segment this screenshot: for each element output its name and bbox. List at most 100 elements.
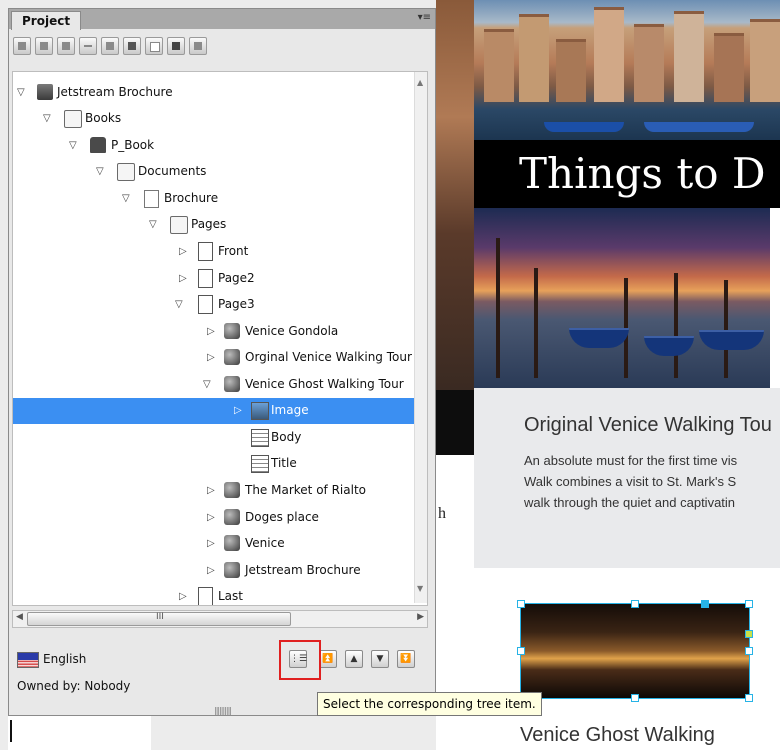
scroll-up-icon[interactable]: ▲ — [417, 78, 423, 87]
move-up-button[interactable]: ▲ — [345, 650, 363, 668]
checklist-icon[interactable] — [57, 37, 75, 55]
scroll-left-icon[interactable]: ◀ — [16, 612, 23, 622]
image-panel-icon[interactable] — [167, 37, 185, 55]
component-icon — [224, 376, 240, 392]
resize-handle[interactable] — [631, 600, 639, 608]
owner-label: Owned by: Nobody — [17, 679, 131, 693]
second-heading: Venice Ghost Walking — [520, 724, 715, 746]
collapsed-arrow-icon[interactable]: ▷ — [179, 591, 187, 602]
tree-item[interactable]: ▽ Jetstream Brochure — [13, 80, 415, 106]
collapsed-arrow-icon[interactable]: ▷ — [207, 538, 215, 549]
tree-item[interactable]: ▽ Venice Ghost Walking Tour — [13, 372, 415, 398]
frame-link-handle[interactable] — [745, 630, 753, 638]
tree-item[interactable]: ▷ Orginal Venice Walking Tour — [13, 345, 415, 371]
resize-handle[interactable] — [745, 694, 753, 702]
selected-image-frame[interactable] — [517, 600, 753, 702]
save-icon[interactable] — [35, 37, 53, 55]
collapsed-arrow-icon[interactable]: ▷ — [207, 326, 215, 337]
mooring-pole — [724, 280, 728, 378]
expanded-arrow-icon[interactable]: ▽ — [203, 379, 211, 390]
delete-icon[interactable] — [123, 37, 141, 55]
move-to-top-button[interactable]: ⏫ — [319, 650, 337, 668]
move-to-bottom-button[interactable]: ⏬ — [397, 650, 415, 668]
previous-page-text-fragment: h — [438, 505, 446, 522]
tree-item[interactable]: ▷ Venice Gondola — [13, 319, 415, 345]
tree-item[interactable]: ▽ Brochure — [13, 186, 415, 212]
resize-handle[interactable] — [745, 600, 753, 608]
tree-item[interactable]: Body — [13, 425, 415, 451]
project-tree[interactable]: ▽ Jetstream Brochure ▽ Books ▽ P_Book ▽ … — [12, 71, 428, 606]
file-icon[interactable] — [13, 37, 31, 55]
tree-item[interactable]: ▷ The Market of Rialto — [13, 478, 415, 504]
building-shape — [674, 11, 704, 102]
move-down-button[interactable]: ▼ — [371, 650, 389, 668]
panel-tab-bar: Project ▾≡ — [9, 9, 435, 30]
tree-item[interactable]: ▽ Books — [13, 106, 415, 132]
tree-item-label: Body — [271, 430, 302, 444]
tree-item[interactable]: ▷ Page2 — [13, 266, 415, 292]
gondolas-sunset-photo[interactable] — [474, 208, 770, 388]
tree-item-label: Venice Gondola — [245, 324, 339, 338]
expanded-arrow-icon[interactable]: ▽ — [43, 113, 51, 124]
page-icon — [198, 587, 213, 605]
resize-handle[interactable] — [517, 647, 525, 655]
expanded-arrow-icon[interactable]: ▽ — [69, 140, 77, 151]
document-canvas[interactable]: h Things to D Original Venice Walking To… — [436, 0, 780, 750]
tree-item[interactable]: Title — [13, 451, 415, 477]
blank-page-icon[interactable] — [145, 37, 163, 55]
tree-item-label: Orginal Venice Walking Tour — [245, 350, 412, 364]
collapsed-arrow-icon[interactable]: ▷ — [179, 246, 187, 257]
tree-item[interactable]: ▷ Venice — [13, 531, 415, 557]
tree-item[interactable]: ▽ P_Book — [13, 133, 415, 159]
expanded-arrow-icon[interactable]: ▽ — [149, 219, 157, 230]
tree-item-label: Image — [271, 403, 309, 417]
mooring-pole — [534, 268, 538, 378]
copy-icon[interactable] — [101, 37, 119, 55]
scroll-down-icon[interactable]: ▼ — [417, 584, 423, 593]
tree-item[interactable]: ▽ Pages — [13, 212, 415, 238]
expanded-arrow-icon[interactable]: ▽ — [175, 299, 183, 310]
tree-item[interactable]: ▷ Last — [13, 584, 415, 605]
vertical-scrollbar[interactable]: ▲ ▼ — [414, 72, 427, 603]
panel-menu-icon[interactable]: ▾≡ — [418, 12, 431, 23]
collapsed-arrow-icon[interactable]: ▷ — [234, 405, 242, 416]
expanded-arrow-icon[interactable]: ▽ — [96, 166, 104, 177]
tree-item[interactable]: ▷ Jetstream Brochure — [13, 558, 415, 584]
scroll-right-icon[interactable]: ▶ — [417, 612, 424, 622]
tab-project[interactable]: Project — [11, 11, 82, 30]
building-shape — [750, 19, 780, 102]
tree-item[interactable]: ▽ Page3 — [13, 292, 415, 318]
tree-item[interactable]: ▽ Documents — [13, 159, 415, 185]
tree-item[interactable]: ▷ Front — [13, 239, 415, 265]
previous-page-dark-band — [436, 390, 474, 455]
panel-resize-grip[interactable]: |||||||||| — [214, 706, 232, 715]
tree-item-selected[interactable]: ▷ Image — [13, 398, 415, 424]
collapsed-arrow-icon[interactable]: ▷ — [207, 352, 215, 363]
banner-title[interactable]: Things to D — [474, 140, 780, 208]
page-icon — [198, 242, 213, 261]
resize-handle[interactable] — [631, 694, 639, 702]
collapsed-arrow-icon[interactable]: ▷ — [207, 565, 215, 576]
tree-item-label: Brochure — [164, 191, 219, 205]
tour-info-box[interactable]: Original Venice Walking Tou An absolute … — [474, 388, 780, 568]
settings-icon[interactable] — [189, 37, 207, 55]
add-icon[interactable] — [79, 37, 97, 55]
expanded-arrow-icon[interactable]: ▽ — [17, 87, 25, 98]
building-shape — [519, 14, 549, 102]
resize-handle[interactable] — [745, 647, 753, 655]
gondola-shape — [699, 330, 764, 350]
expanded-arrow-icon[interactable]: ▽ — [122, 193, 130, 204]
horizontal-scrollbar[interactable]: ◀ III ▶ — [12, 610, 428, 628]
tree-item[interactable]: ▷ Doges place — [13, 505, 415, 531]
collapsed-arrow-icon[interactable]: ▷ — [179, 273, 187, 284]
collapsed-arrow-icon[interactable]: ▷ — [207, 485, 215, 496]
resize-handle[interactable] — [517, 600, 525, 608]
venice-canal-photo[interactable] — [474, 0, 780, 140]
boat-shape — [544, 122, 624, 132]
folder-icon — [64, 110, 82, 128]
tree-item-label: Documents — [138, 164, 207, 178]
content-grabber-handle[interactable] — [701, 600, 709, 608]
scroll-thumb[interactable]: III — [27, 612, 291, 626]
collapsed-arrow-icon[interactable]: ▷ — [207, 512, 215, 523]
folder-icon — [170, 216, 188, 234]
